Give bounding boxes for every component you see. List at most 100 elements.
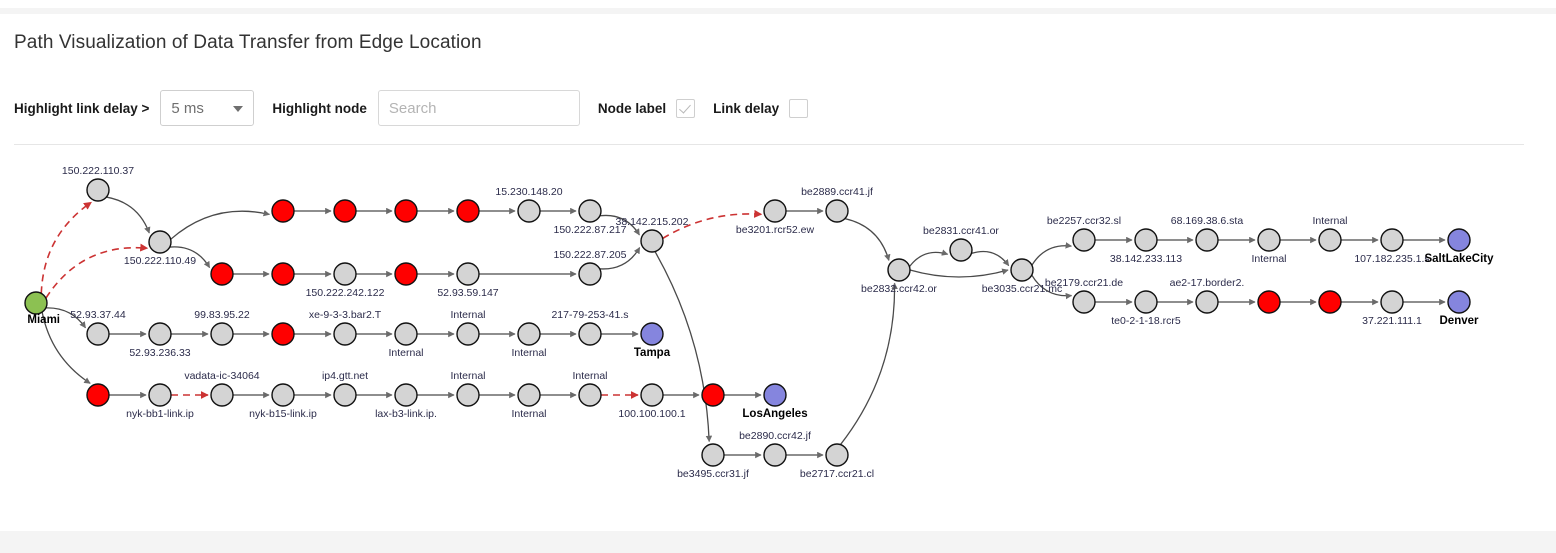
graph-node-label: ae2-17.border2. bbox=[1170, 277, 1245, 289]
graph-node-m3[interactable] bbox=[1010, 258, 1034, 282]
graph-node-label: Internal bbox=[1251, 253, 1286, 265]
graph-node-r3e[interactable] bbox=[333, 322, 357, 346]
network-path-graph[interactable]: Miami 150.222.110.37 150.222.110.49 15.230.… bbox=[0, 150, 1556, 530]
app-root: Path Visualization of Data Transfer from… bbox=[0, 0, 1556, 553]
graph-node-n1[interactable] bbox=[86, 178, 110, 202]
graph-node-r4a[interactable] bbox=[86, 383, 110, 407]
graph-node-t1c[interactable] bbox=[1195, 228, 1219, 252]
graph-node-r4f[interactable] bbox=[394, 383, 418, 407]
graph-node-label: Internal bbox=[450, 309, 485, 321]
graph-node-b2[interactable] bbox=[825, 199, 849, 223]
graph-node-r1e[interactable] bbox=[517, 199, 541, 223]
graph-node-r4e[interactable] bbox=[333, 383, 357, 407]
graph-node-t1b[interactable] bbox=[1134, 228, 1158, 252]
graph-node-label: Tampa bbox=[634, 347, 671, 359]
graph-node-r4d[interactable] bbox=[271, 383, 295, 407]
graph-node-r3i[interactable] bbox=[578, 322, 602, 346]
graph-node-t2f[interactable] bbox=[1380, 290, 1404, 314]
graph-node-n2[interactable] bbox=[148, 230, 172, 254]
graph-node-label: Internal bbox=[450, 370, 485, 382]
graph-node-r2f[interactable] bbox=[578, 262, 602, 286]
graph-node-c3[interactable] bbox=[825, 443, 849, 467]
graph-node-r2b[interactable] bbox=[271, 262, 295, 286]
graph-link[interactable] bbox=[106, 196, 151, 234]
toolbar-divider bbox=[14, 144, 1524, 145]
graph-node-r4h[interactable] bbox=[517, 383, 541, 407]
graph-node-r3f[interactable] bbox=[394, 322, 418, 346]
graph-node-t1d[interactable] bbox=[1257, 228, 1281, 252]
graph-node-r3b[interactable] bbox=[148, 322, 172, 346]
graph-node-r1b[interactable] bbox=[333, 199, 357, 223]
graph-node-b1[interactable] bbox=[763, 199, 787, 223]
graph-node-t2e[interactable] bbox=[1318, 290, 1342, 314]
graph-node-m2[interactable] bbox=[949, 238, 973, 262]
graph-node-r4k[interactable] bbox=[701, 383, 725, 407]
graph-node-conv[interactable] bbox=[640, 229, 664, 253]
graph-node-label: be2832.ccr42.or bbox=[861, 283, 937, 295]
graph-node-t1a[interactable] bbox=[1072, 228, 1096, 252]
graph-node-la[interactable] bbox=[763, 383, 787, 407]
graph-node-label: SaltLakeCity bbox=[1424, 253, 1494, 265]
graph-node-label: xe-9-3-3.bar2.T bbox=[309, 309, 382, 321]
graph-node-r2d[interactable] bbox=[394, 262, 418, 286]
graph-node-r2c[interactable] bbox=[333, 262, 357, 286]
graph-node-t1e[interactable] bbox=[1318, 228, 1342, 252]
graph-node-r4b[interactable] bbox=[148, 383, 172, 407]
graph-node-r1a[interactable] bbox=[271, 199, 295, 223]
graph-node-slc[interactable] bbox=[1447, 228, 1471, 252]
graph-node-r1c[interactable] bbox=[394, 199, 418, 223]
graph-node-r3d[interactable] bbox=[271, 322, 295, 346]
graph-node-c2[interactable] bbox=[763, 443, 787, 467]
graph-node-c1[interactable] bbox=[701, 443, 725, 467]
graph-node-r3a[interactable] bbox=[86, 322, 110, 346]
chevron-down-icon bbox=[233, 106, 244, 112]
graph-link[interactable] bbox=[909, 268, 1009, 278]
graph-node-r4g[interactable] bbox=[456, 383, 480, 407]
graph-link[interactable] bbox=[908, 249, 949, 268]
graph-node-r1d[interactable] bbox=[456, 199, 480, 223]
graph-node-label: Internal bbox=[1312, 215, 1347, 227]
graph-node-r4i[interactable] bbox=[578, 383, 602, 407]
graph-node-label: te0-2-1-18.rcr5 bbox=[1111, 315, 1181, 327]
graph-node-r2a[interactable] bbox=[210, 262, 234, 286]
graph-node-t1f[interactable] bbox=[1380, 228, 1404, 252]
graph-node-tampa[interactable] bbox=[640, 322, 664, 346]
network-graph-container[interactable]: Miami 150.222.110.37 150.222.110.49 15.230.… bbox=[0, 150, 1556, 530]
node-label-checkbox[interactable] bbox=[676, 98, 696, 118]
graph-node-r3g[interactable] bbox=[456, 322, 480, 346]
graph-node-t2c[interactable] bbox=[1195, 290, 1219, 314]
link-delay-checkbox[interactable] bbox=[789, 98, 809, 118]
graph-link[interactable] bbox=[844, 217, 891, 261]
graph-link[interactable] bbox=[839, 282, 898, 445]
graph-node-r2e[interactable] bbox=[456, 262, 480, 286]
graph-node-label: LosAngeles bbox=[742, 408, 807, 420]
graph-node-label: 107.182.235.1.s bbox=[1354, 253, 1429, 265]
search-input[interactable] bbox=[377, 90, 580, 126]
visualization-panel: Path Visualization of Data Transfer from… bbox=[0, 14, 1556, 531]
graph-node-label: be2717.ccr21.cl bbox=[800, 468, 874, 480]
graph-node-den[interactable] bbox=[1447, 290, 1471, 314]
graph-node-label: vadata-ic-34064 bbox=[184, 370, 259, 382]
graph-node-label: be3495.ccr31.jf bbox=[677, 468, 749, 480]
graph-node-t2d[interactable] bbox=[1257, 290, 1281, 314]
link-delay-threshold-select[interactable]: 5 ms bbox=[160, 90, 255, 126]
graph-node-r4j[interactable] bbox=[640, 383, 664, 407]
graph-link[interactable] bbox=[170, 209, 271, 240]
graph-node-t2a[interactable] bbox=[1072, 290, 1096, 314]
graph-node-label: 37.221.111.1 bbox=[1362, 315, 1422, 327]
graph-node-label: 68.169.38.6.sta bbox=[1171, 215, 1244, 227]
graph-node-t2b[interactable] bbox=[1134, 290, 1158, 314]
graph-node-miami[interactable] bbox=[24, 291, 48, 315]
graph-node-r3c[interactable] bbox=[210, 322, 234, 346]
graph-node-r4c[interactable] bbox=[210, 383, 234, 407]
graph-node-label: be3201.rcr52.ew bbox=[736, 224, 815, 236]
graph-node-r3h[interactable] bbox=[517, 322, 541, 346]
graph-node-label: 99.83.95.22 bbox=[194, 309, 250, 321]
graph-node-label: be2890.ccr42.jf bbox=[739, 430, 811, 442]
graph-link[interactable] bbox=[1031, 242, 1073, 266]
graph-node-label: ip4.gtt.net bbox=[322, 370, 368, 382]
graph-link[interactable] bbox=[971, 250, 1010, 267]
graph-node-m1[interactable] bbox=[887, 258, 911, 282]
graph-node-r1f[interactable] bbox=[578, 199, 602, 223]
graph-link[interactable] bbox=[40, 201, 92, 294]
